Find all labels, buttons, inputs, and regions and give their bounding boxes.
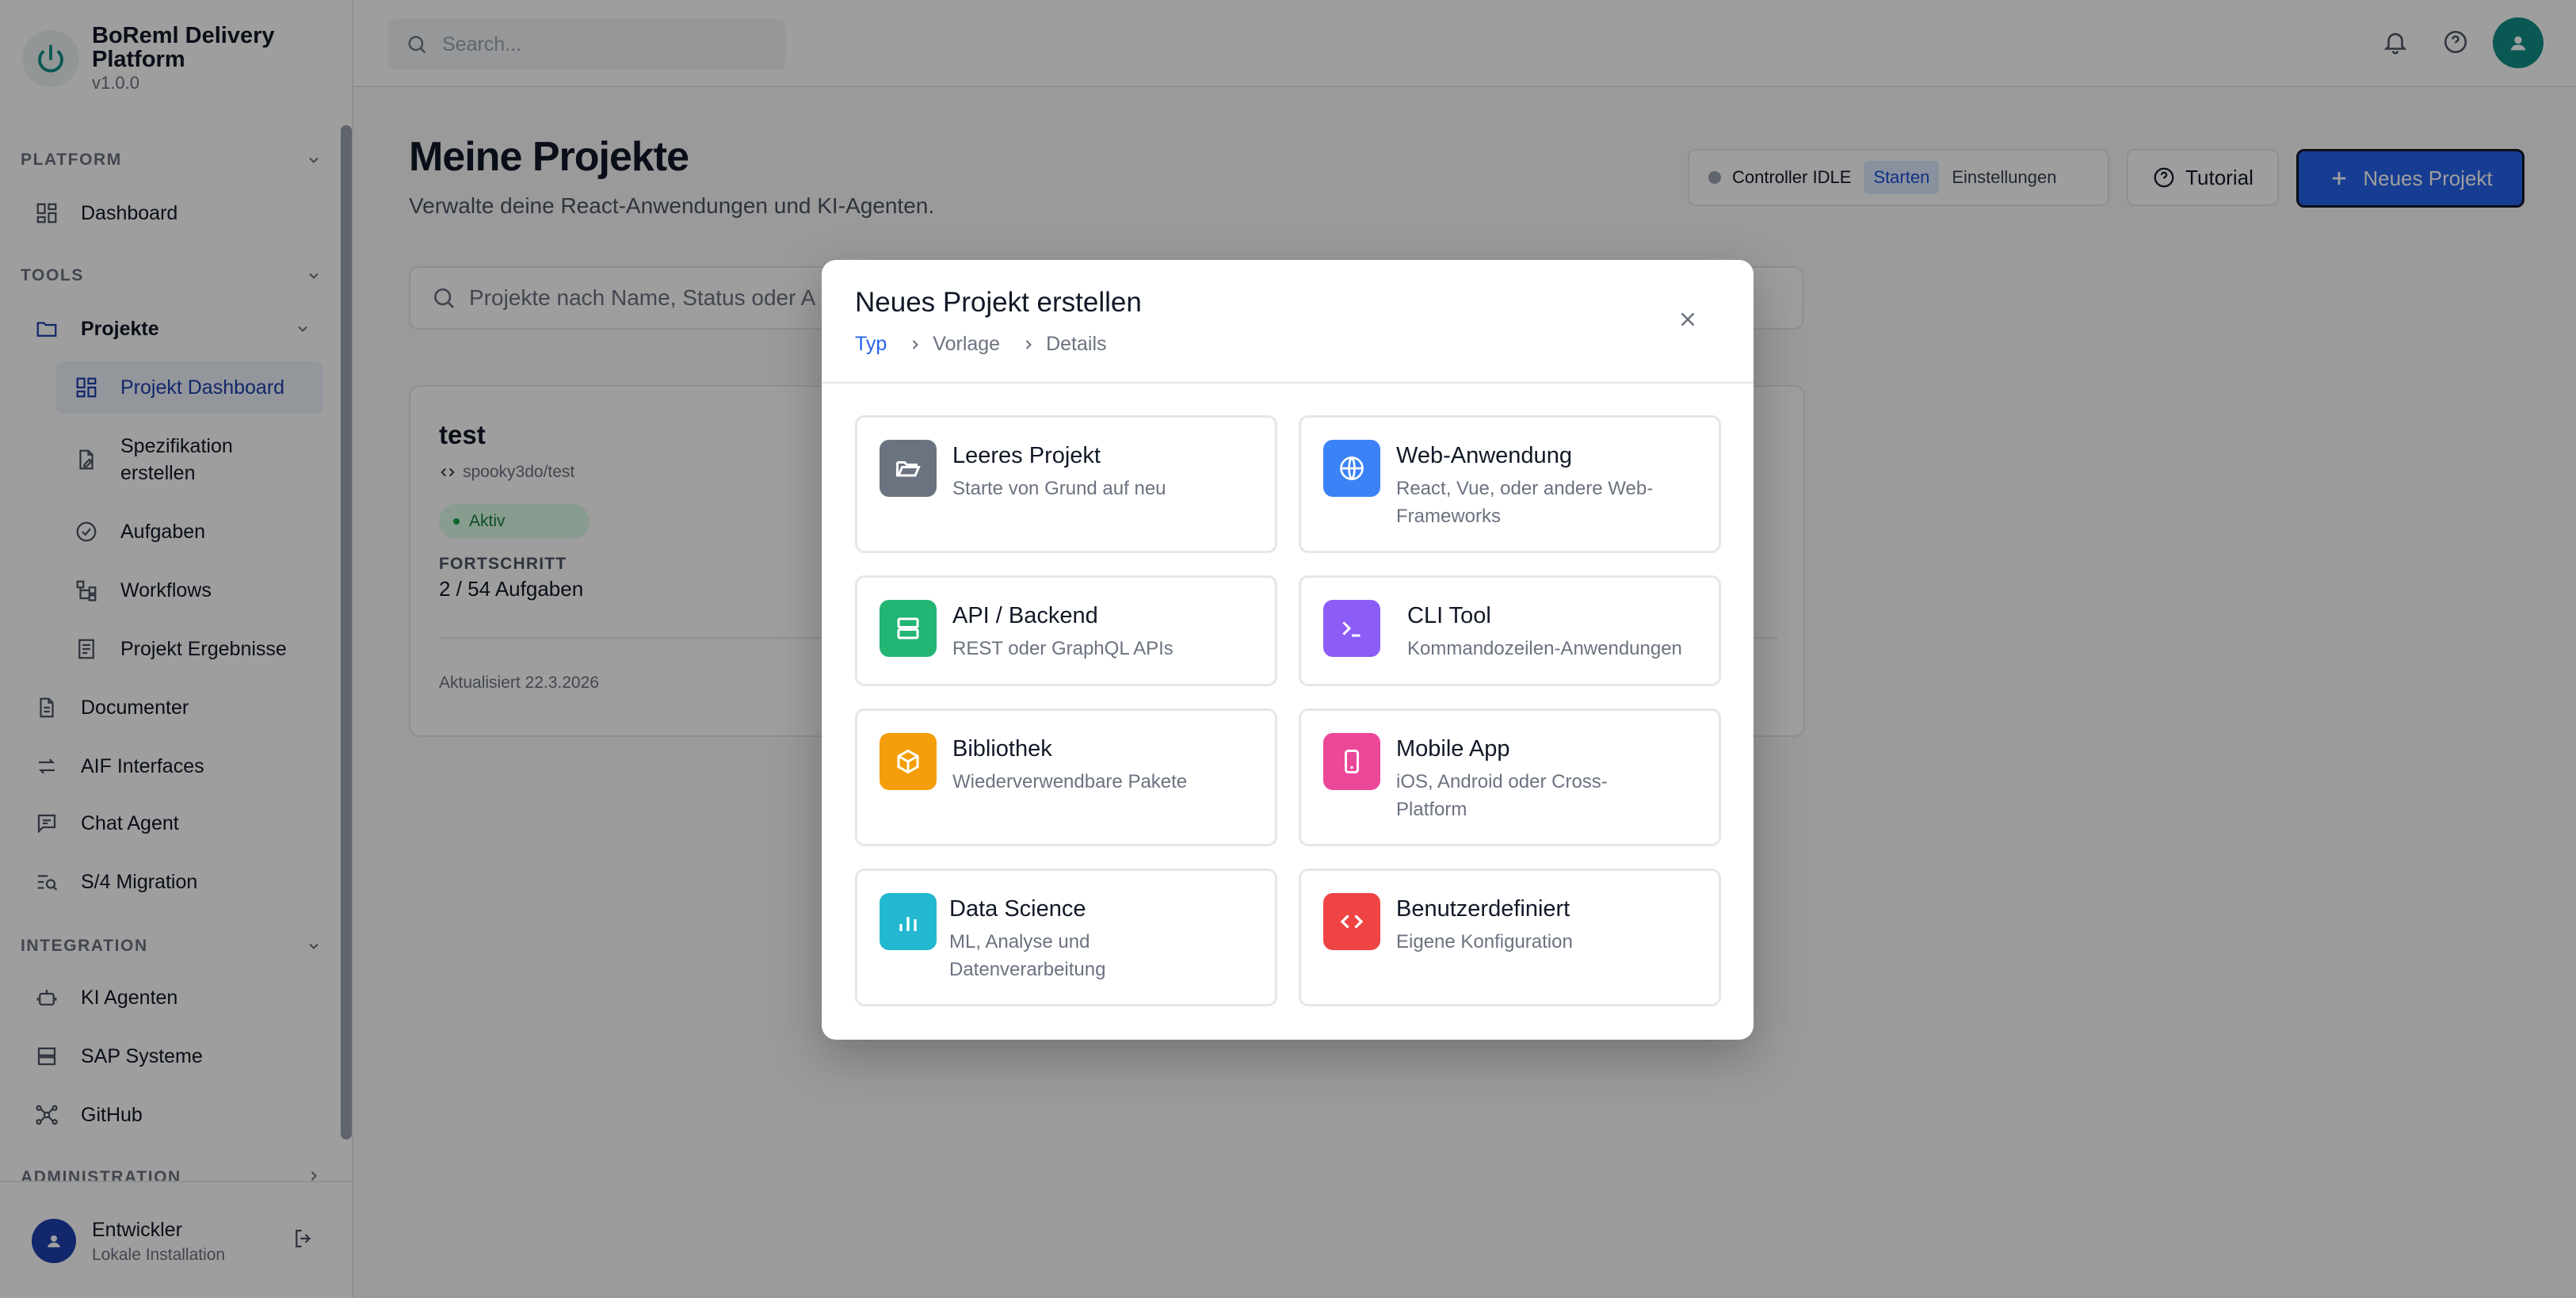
step-vorlage[interactable]: Vorlage [933,333,1000,356]
step-typ[interactable]: Typ [855,333,887,356]
bar-chart-icon [880,893,937,950]
terminal-icon [1323,600,1380,657]
option-title: Leeres Projekt [952,443,1101,468]
code-icon [1323,893,1380,950]
step-details[interactable]: Details [1046,333,1106,356]
chevron-right-icon [1021,337,1036,353]
option-description: Starte von Grund auf neu [952,478,1166,499]
package-icon [880,733,937,790]
dialog-title: Neues Projekt erstellen [855,287,1142,318]
option-title: Bibliothek [952,736,1052,762]
option-title: Benutzerdefiniert [1396,896,1570,922]
option-bibliothek[interactable]: Bibliothek Wiederverwendbare Pakete [855,708,1277,846]
option-description: React, Vue, oder andere Web-Frameworks [1396,478,1654,527]
close-icon[interactable] [1676,307,1700,335]
globe-icon [1323,440,1380,497]
step-breadcrumb: Typ Vorlage Details [855,333,1107,356]
smartphone-icon [1323,733,1380,790]
option-data-science[interactable]: Data Science ML, Analyse und Datenverarb… [855,869,1277,1006]
option-web-anwendung[interactable]: Web-Anwendung React, Vue, oder andere We… [1299,415,1721,553]
new-project-dialog: Neues Projekt erstellen Typ Vorlage Deta… [822,260,1754,1040]
folder-open-icon [880,440,937,497]
option-api-backend[interactable]: API / Backend REST oder GraphQL APIs [855,575,1277,686]
option-benutzerdefiniert[interactable]: Benutzerdefiniert Eigene Konfiguration [1299,869,1721,1006]
option-description: Wiederverwendbare Pakete [952,771,1188,792]
option-title: Web-Anwendung [1396,443,1572,468]
option-description: REST oder GraphQL APIs [952,638,1174,659]
option-description: Eigene Konfiguration [1396,931,1573,953]
option-title: API / Backend [952,603,1098,628]
option-cli-tool[interactable]: CLI Tool Kommandozeilen-Anwendungen [1299,575,1721,686]
option-description: iOS, Android oder Cross-Platform [1396,771,1608,820]
option-description: ML, Analyse und Datenverarbeitung [949,931,1106,980]
divider [822,382,1754,384]
option-description: Kommandozeilen-Anwendungen [1407,638,1682,659]
option-title: Mobile App [1396,736,1510,762]
option-title: Data Science [949,896,1086,922]
option-leeres-projekt[interactable]: Leeres Projekt Starte von Grund auf neu [855,415,1277,553]
chevron-right-icon [907,337,923,353]
option-title: CLI Tool [1407,603,1491,628]
server-icon [880,600,937,657]
option-mobile-app[interactable]: Mobile App iOS, Android oder Cross-Platf… [1299,708,1721,846]
